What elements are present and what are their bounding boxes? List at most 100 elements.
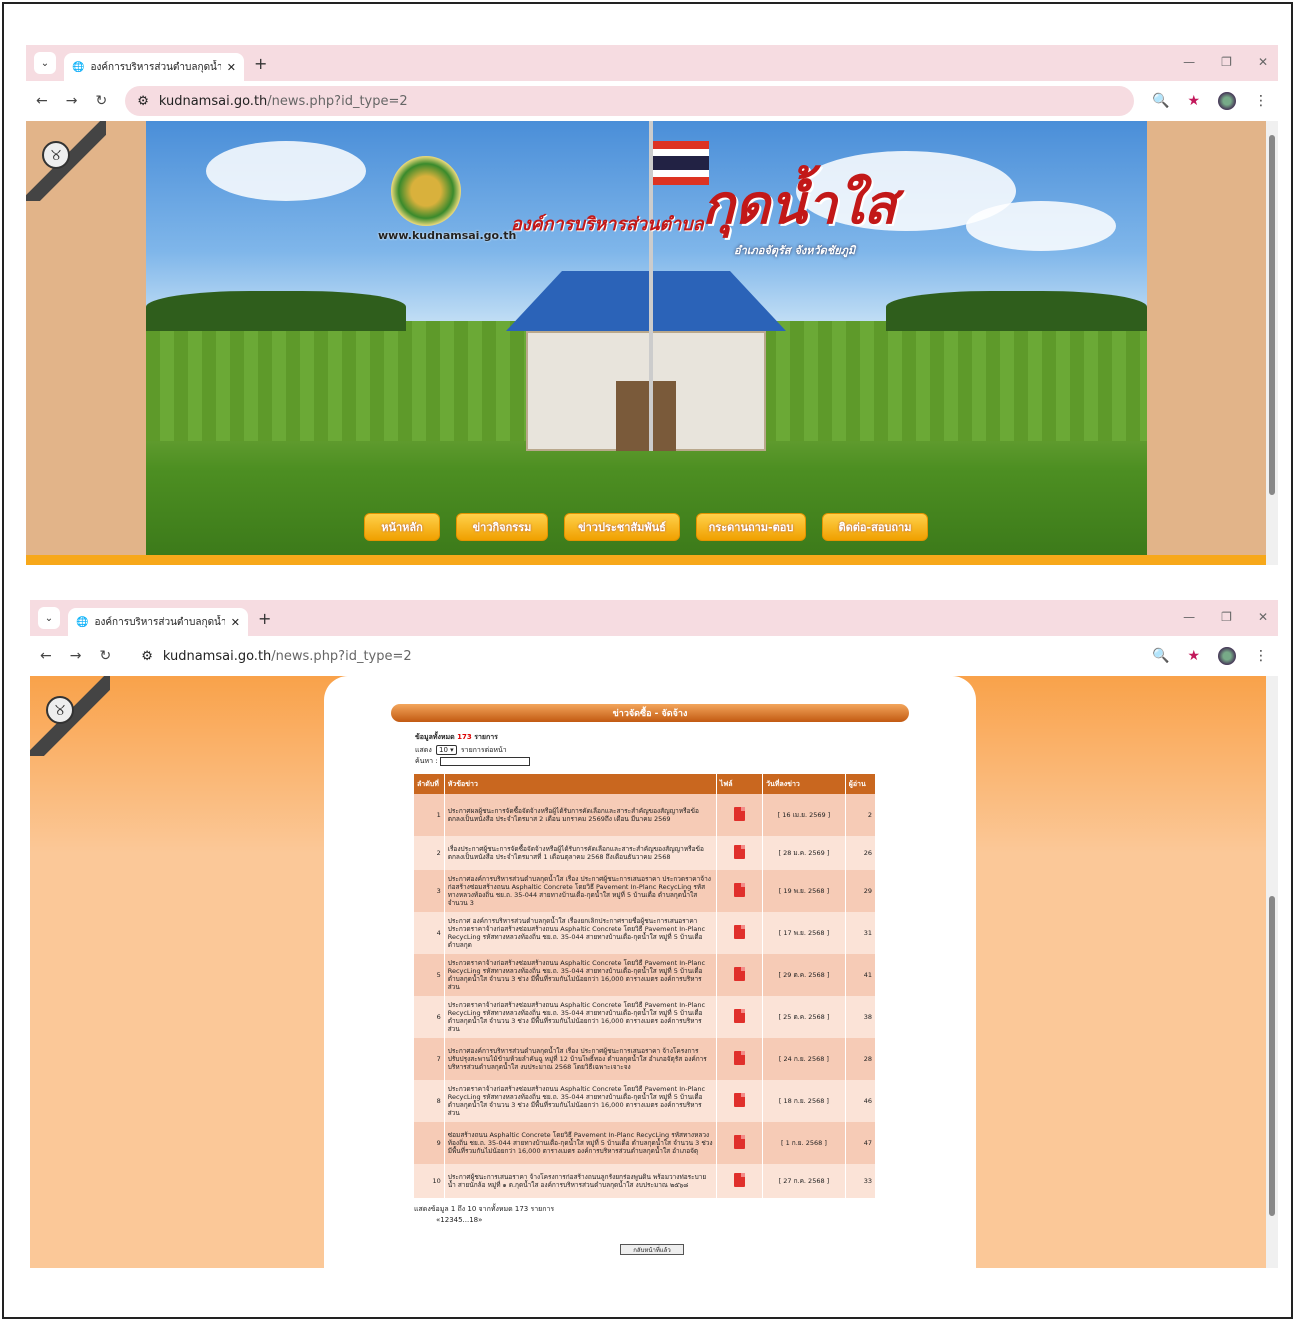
minimize-icon[interactable]: — [1183,610,1195,624]
back-button[interactable]: กลับหน้าที่แล้ว [620,1244,684,1255]
url-path: /news.php?id_type=2 [267,93,408,109]
bookmark-star-icon[interactable]: ★ [1187,648,1200,664]
site-info-icon[interactable]: ⚙ [137,94,149,109]
zoom-icon[interactable]: 🔍 [1152,93,1169,109]
pdf-icon[interactable] [733,807,745,821]
new-tab-icon[interactable]: + [258,609,271,628]
profile-avatar[interactable] [1218,647,1236,665]
url-domain: kudnamsai.go.th [158,93,268,109]
scrollbar[interactable] [1266,676,1278,1268]
col-reads[interactable]: ผู้อ่าน [845,774,877,794]
total-count-line: ข้อมูลทั้งหมด 173 รายการ [415,732,498,743]
zoom-icon[interactable]: 🔍 [1152,648,1169,664]
pdf-icon[interactable] [733,1051,745,1065]
pdf-icon[interactable] [733,1093,745,1107]
per-page-label: รายการต่อหน้า [460,746,507,754]
menu-qa-board[interactable]: กระดานถาม-ตอบ [696,513,806,541]
browser-tab[interactable]: 🌐 องค์การบริหารส่วนตำบลกุดน้ำใส อำเ ✕ [68,608,248,636]
close-tab-icon[interactable]: ✕ [231,616,240,629]
banner-org-name: กุดน้ำใส [702,173,897,236]
banner-district: อำเภอจัตุรัส จังหวัดชัยภูมิ [734,244,856,257]
scrollbar[interactable] [1266,121,1278,565]
toolbar: ← → ↻ ⚙ kudnamsai.go.th/news.php?id_type… [26,81,1278,121]
address-bar[interactable]: ⚙ kudnamsai.go.th/news.php?id_type=2 [129,641,1134,671]
news-title-link[interactable]: ประกาศองค์การบริหารส่วนตำบลกุดน้ำใส เรื่… [444,1038,717,1080]
close-tab-icon[interactable]: ✕ [227,61,236,74]
tab-title: องค์การบริหารส่วนตำบลกุดน้ำใส อำเ [94,616,225,628]
bookmark-star-icon[interactable]: ★ [1187,93,1200,109]
url-path: /news.php?id_type=2 [271,648,412,664]
back-icon[interactable]: ← [40,648,52,664]
pagination[interactable]: «12345...18» [436,1216,482,1224]
tab-title: องค์การบริหารส่วนตำบลกุดน้ำใส อำเ [90,61,221,73]
news-title-link[interactable]: ประกาศ องค์การบริหารส่วนตำบลกุดน้ำใส เรื… [444,912,717,954]
menu-contact[interactable]: ติดต่อ-สอบถาม [822,513,928,541]
browser-tab[interactable]: 🌐 องค์การบริหารส่วนตำบลกุดน้ำใส อำเ ✕ [64,53,244,81]
col-file[interactable]: ไฟล์ [716,774,764,794]
header-banner: www.kudnamsai.go.th องค์การบริหารส่วนตำบ… [146,121,1147,556]
total-unit: รายการ [474,733,498,741]
pdf-icon[interactable] [733,925,745,939]
page-size-select[interactable]: 10 ▾ [435,745,457,755]
pdf-icon[interactable] [733,883,745,897]
news-title-link[interactable]: ประกาศผู้ชนะการเสนอราคา จ้างโครงการก่อสร… [444,1164,717,1198]
restore-icon[interactable]: ❐ [1221,610,1232,624]
site-icon: 🌐 [72,61,85,73]
pdf-icon[interactable] [733,967,745,981]
site-info-icon[interactable]: ⚙ [141,649,153,664]
pdf-icon[interactable] [733,845,745,859]
restore-icon[interactable]: ❐ [1221,55,1232,69]
tab-search-button[interactable]: ⌄ [34,52,56,74]
menu-activities[interactable]: ข่าวกิจกรรม [456,513,548,541]
banner-org-prefix: องค์การบริหารส่วนตำบล [511,214,704,235]
news-title-link[interactable]: เรื่องประกาศผู้ชนะการจัดซื้อจัดจ้างหรือผ… [444,836,717,870]
menu-home[interactable]: หน้าหลัก [364,513,440,541]
forward-icon[interactable]: → [70,648,82,664]
page-viewport: ୪ www.kudnamsai.go.th องค์การบริหารส่วนต… [26,121,1278,565]
minimize-icon[interactable]: — [1183,55,1195,69]
news-title-link[interactable]: ประกาศผลผู้ชนะการจัดซื้อจัดจ้างหรือผู้ได… [444,794,717,836]
address-bar[interactable]: ⚙ kudnamsai.go.th/news.php?id_type=2 [125,86,1134,116]
pdf-icon[interactable] [733,1135,745,1149]
site-icon: 🌐 [76,616,89,628]
toolbar: ← → ↻ ⚙ kudnamsai.go.th/news.php?id_type… [30,636,1278,676]
search-line: ค้นหา : [415,756,530,767]
table-row: 8 ประกวดราคาจ้างก่อสร้างซ่อมสร้างถนน Asp… [414,1080,877,1122]
tab-strip: ⌄ 🌐 องค์การบริหารส่วนตำบลกุดน้ำใส อำเ ✕ … [26,45,1278,81]
news-title-link[interactable]: ซ่อมสร้างถนน Asphaltic Concrete โดยวิธี … [444,1122,717,1164]
profile-avatar[interactable] [1218,92,1236,110]
table-row: 3 ประกาศองค์การบริหารส่วนตำบลกุดน้ำใส เร… [414,870,877,912]
mourning-ribbon: ୪ [30,676,110,756]
footer-summary: แสดงข้อมูล 1 ถึง 10 จากทั้งหมด 173 รายกา… [414,1205,555,1213]
back-icon[interactable]: ← [36,93,48,109]
total-label: ข้อมูลทั้งหมด [415,733,455,741]
table-row: 9 ซ่อมสร้างถนน Asphaltic Concrete โดยวิธ… [414,1122,877,1164]
table-row: 4 ประกาศ องค์การบริหารส่วนตำบลกุดน้ำใส เ… [414,912,877,954]
col-title[interactable]: หัวข้อข่าว [444,774,717,794]
office-building [506,271,786,451]
table-row: 6 ประกวดราคาจ้างก่อสร้างซ่อมสร้างถนน Asp… [414,996,877,1038]
menu-dots-icon[interactable]: ⋮ [1254,648,1268,664]
close-window-icon[interactable]: ✕ [1258,610,1268,624]
pdf-icon[interactable] [733,1173,745,1187]
banner-site-url: www.kudnamsai.go.th [378,229,517,242]
search-input[interactable] [439,756,530,766]
reload-icon[interactable]: ↻ [99,648,111,664]
col-no[interactable]: ลำดับที่ [414,774,445,794]
new-tab-icon[interactable]: + [254,54,267,73]
forward-icon[interactable]: → [66,93,78,109]
pdf-icon[interactable] [733,1009,745,1023]
col-date[interactable]: วันที่ลงข่าว [762,774,846,794]
menu-pr-news[interactable]: ข่าวประชาสัมพันธ์ [564,513,680,541]
news-title-link[interactable]: ประกวดราคาจ้างก่อสร้างซ่อมสร้างถนน Aspha… [444,1080,717,1122]
tab-search-button[interactable]: ⌄ [38,607,60,629]
section-heading: ข่าวจัดซื้อ - จัดจ้าง [391,704,909,722]
news-title-link[interactable]: ประกาศองค์การบริหารส่วนตำบลกุดน้ำใส เรื่… [444,870,717,912]
reload-icon[interactable]: ↻ [95,93,107,109]
table-row: 2 เรื่องประกาศผู้ชนะการจัดซื้อจัดจ้างหรื… [414,836,877,870]
page-viewport: ୪ ข่าวจัดซื้อ - จัดจ้าง ข้อมูลทั้งหมด 17… [30,676,1278,1268]
news-title-link[interactable]: ประกวดราคาจ้างก่อสร้างซ่อมสร้างถนน Aspha… [444,954,717,996]
news-title-link[interactable]: ประกวดราคาจ้างก่อสร้างซ่อมสร้างถนน Aspha… [444,996,717,1038]
menu-dots-icon[interactable]: ⋮ [1254,93,1268,109]
close-window-icon[interactable]: ✕ [1258,55,1268,69]
